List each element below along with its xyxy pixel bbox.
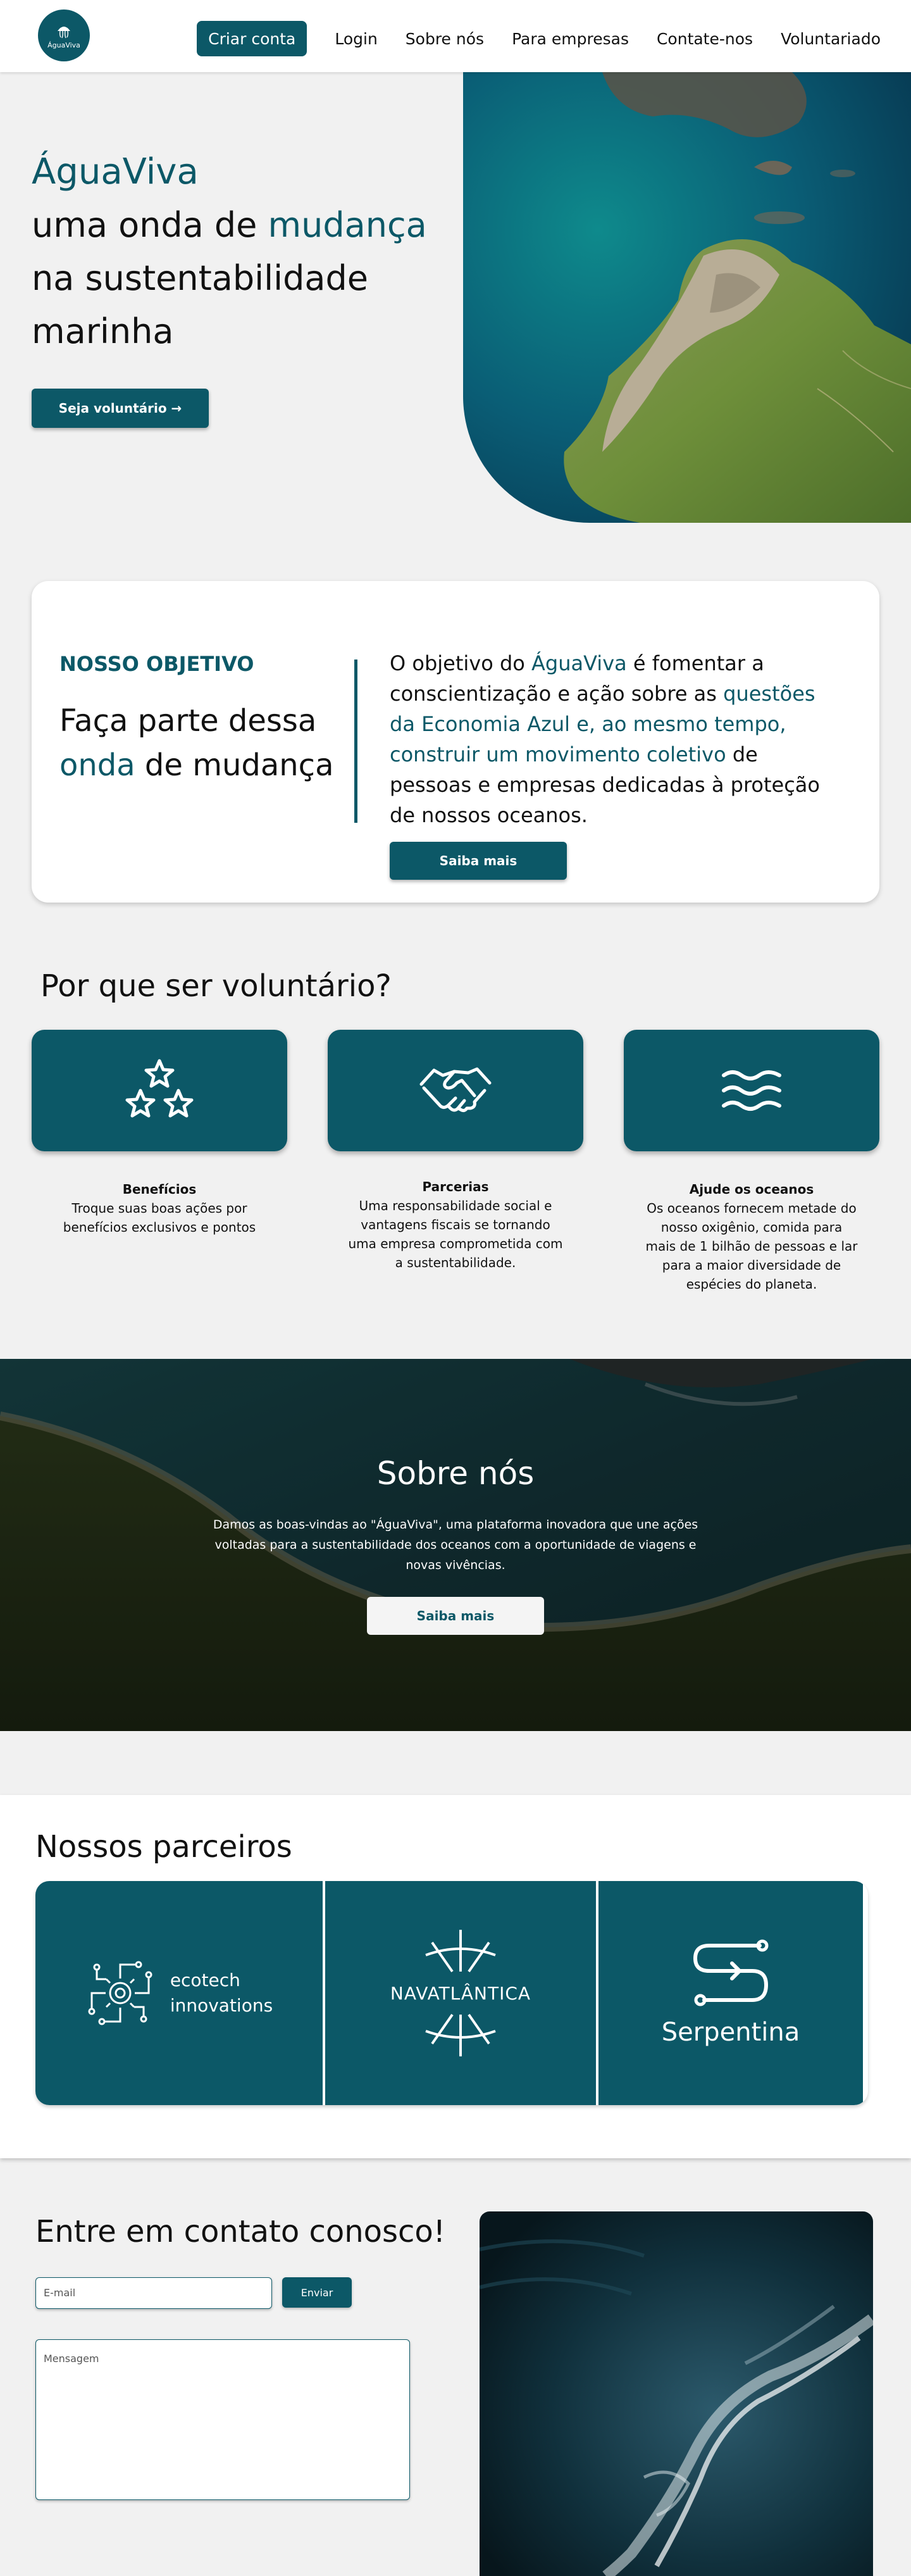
hero-coast-image — [463, 72, 911, 523]
about-title: Sobre nós — [376, 1455, 535, 1492]
partners-title: Nossos parceiros — [35, 1829, 292, 1865]
objective-learn-more-button[interactable]: Saiba mais — [390, 842, 567, 880]
contact-title: Entre em contato conosco! — [35, 2214, 445, 2249]
serpentina-logo-text: Serpentina — [661, 2018, 800, 2047]
ocean-wave-image — [480, 2211, 873, 2576]
site-header: ÁguaViva Criar conta Login Sobre nós Par… — [0, 0, 911, 72]
nav-about[interactable]: Sobre nós — [406, 30, 484, 48]
why-volunteer-title: Por que ser voluntário? — [40, 968, 392, 1004]
objective-divider — [354, 660, 357, 823]
benefits-description: Troque suas boas ações por benefícios ex… — [63, 1201, 256, 1235]
oceans-description: Os oceanos fornecem metade do nosso oxig… — [645, 1201, 858, 1292]
logo[interactable]: ÁguaViva — [38, 9, 90, 61]
navatlantica-logo-text: NAVATLÂNTICA — [386, 1980, 535, 2006]
partners-row: ecotech innovations NAVATLÂNTICA Serpent… — [35, 1881, 868, 2105]
message-field[interactable]: Mensagem — [35, 2339, 410, 2500]
nav-companies[interactable]: Para empresas — [512, 30, 629, 48]
benefits-card[interactable] — [32, 1030, 287, 1151]
email-field[interactable]: E-mail — [35, 2277, 272, 2309]
stars-icon — [125, 1059, 194, 1118]
partnerships-text: Parcerias Uma responsabilidade social e … — [348, 1177, 563, 1272]
jellyfish-icon — [58, 26, 70, 38]
hero-line-3: na sustentabilidade — [32, 258, 369, 298]
partnerships-title: Parcerias — [422, 1179, 489, 1194]
logo-text: ÁguaViva — [47, 41, 80, 49]
serpent-arrows-icon — [693, 1939, 769, 2006]
partners-section: Nossos parceiros ecotech innovations NAV… — [0, 1795, 911, 2158]
ecotech-logo-text: ecotech innovations — [170, 1970, 273, 2016]
objective-card: NOSSO OBJETIVO Faça parte dessa onda de m… — [32, 581, 879, 903]
about-learn-more-button[interactable]: Saiba mais — [367, 1597, 544, 1635]
create-account-button[interactable]: Criar conta — [197, 21, 307, 56]
send-button[interactable]: Enviar — [282, 2277, 352, 2308]
objective-kicker: NOSSO OBJETIVO — [59, 652, 254, 676]
waves-icon — [722, 1070, 781, 1111]
partner-navatlantica[interactable]: NAVATLÂNTICA — [325, 1881, 598, 2105]
hero-line-4: marinha — [32, 311, 174, 351]
hero-line-2: uma onda de mudança — [32, 205, 427, 245]
hero-heading: ÁguaViva uma onda de mudança na sustenta… — [32, 146, 437, 358]
circuit-gear-icon — [88, 1961, 152, 2025]
oceans-title: Ajude os oceanos — [689, 1182, 814, 1197]
benefits-text: Benefícios Troque suas boas ações por be… — [52, 1180, 267, 1237]
handshake-icon — [419, 1067, 492, 1113]
benefits-title: Benefícios — [122, 1182, 197, 1197]
partner-ecotech[interactable]: ecotech innovations — [35, 1881, 325, 2105]
nav-login[interactable]: Login — [335, 30, 377, 48]
oceans-card[interactable] — [624, 1030, 879, 1151]
volunteer-button[interactable]: Seja voluntário → — [32, 389, 209, 428]
about-content: Sobre nós Damos as boas-vindas ao "ÁguaV… — [0, 1359, 911, 1731]
partnerships-description: Uma responsabilidade social e vantagens … — [348, 1198, 563, 1270]
oceans-text: Ajude os oceanos Os oceanos fornecem met… — [644, 1180, 859, 1294]
objective-title: Faça parte dessa onda de mudança — [59, 703, 334, 783]
partner-serpentina[interactable]: Serpentina — [598, 1881, 863, 2105]
main-nav: Criar conta Login Sobre nós Para empresa… — [197, 21, 881, 56]
about-text: Damos as boas-vindas ao "ÁguaViva", uma … — [213, 1518, 698, 1572]
nav-volunteer[interactable]: Voluntariado — [781, 30, 881, 48]
about-section: Sobre nós Damos as boas-vindas ao "ÁguaV… — [0, 1359, 911, 1731]
nav-contact[interactable]: Contate-nos — [657, 30, 753, 48]
partnerships-card[interactable] — [328, 1030, 583, 1151]
objective-text: O objetivo do ÁguaViva é fomentar a cons… — [390, 651, 820, 827]
hero-brand: ÁguaViva — [32, 151, 199, 192]
